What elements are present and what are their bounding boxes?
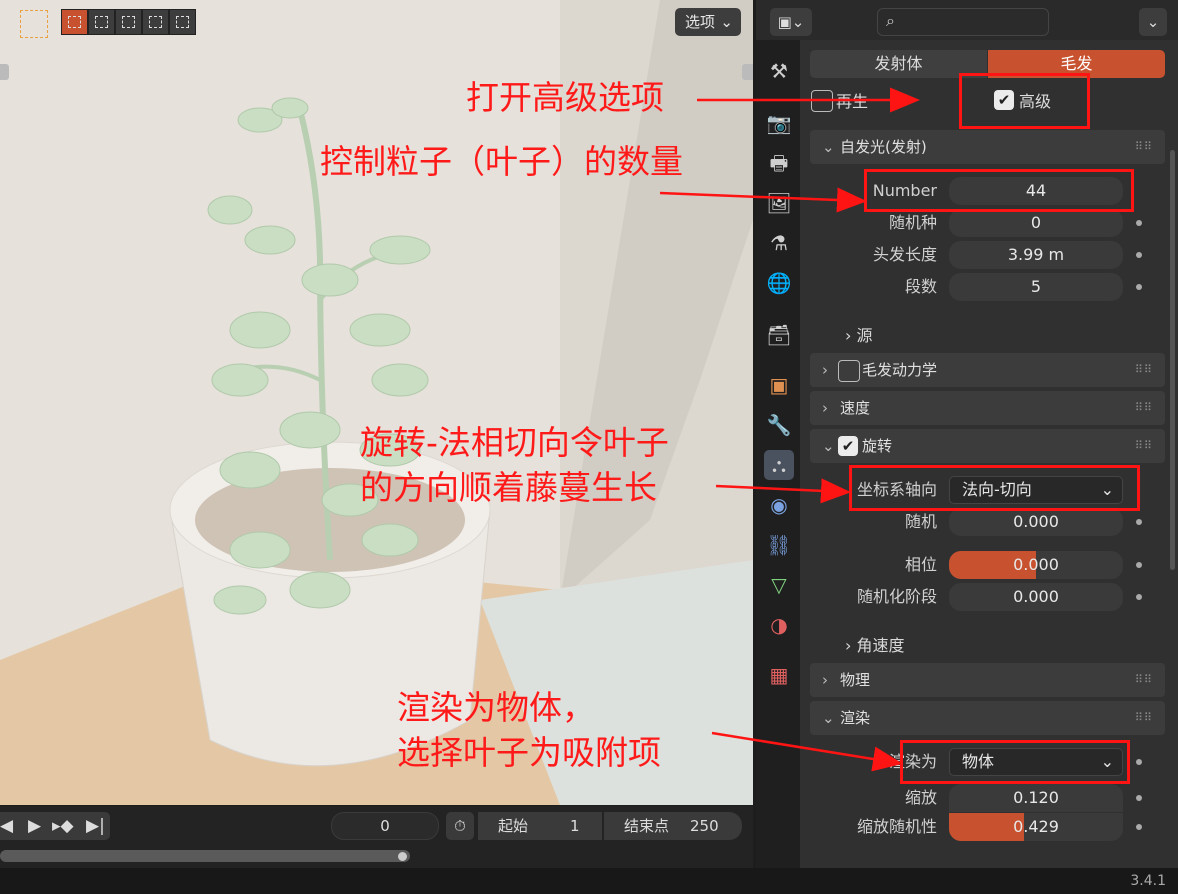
annotation-render-line1: 渲染为物体， <box>397 688 595 727</box>
annotation-rotation-line1: 旋转-法相切向令叶子 <box>360 423 669 462</box>
annotation-count: 控制粒子（叶子）的数量 <box>320 142 683 181</box>
annotation-rotation-line2: 的方向顺着藤蔓生长 <box>360 468 657 507</box>
annotation-advanced: 打开高级选项 <box>466 78 664 117</box>
annotation-render-line2: 选择叶子为吸附项 <box>397 733 661 772</box>
